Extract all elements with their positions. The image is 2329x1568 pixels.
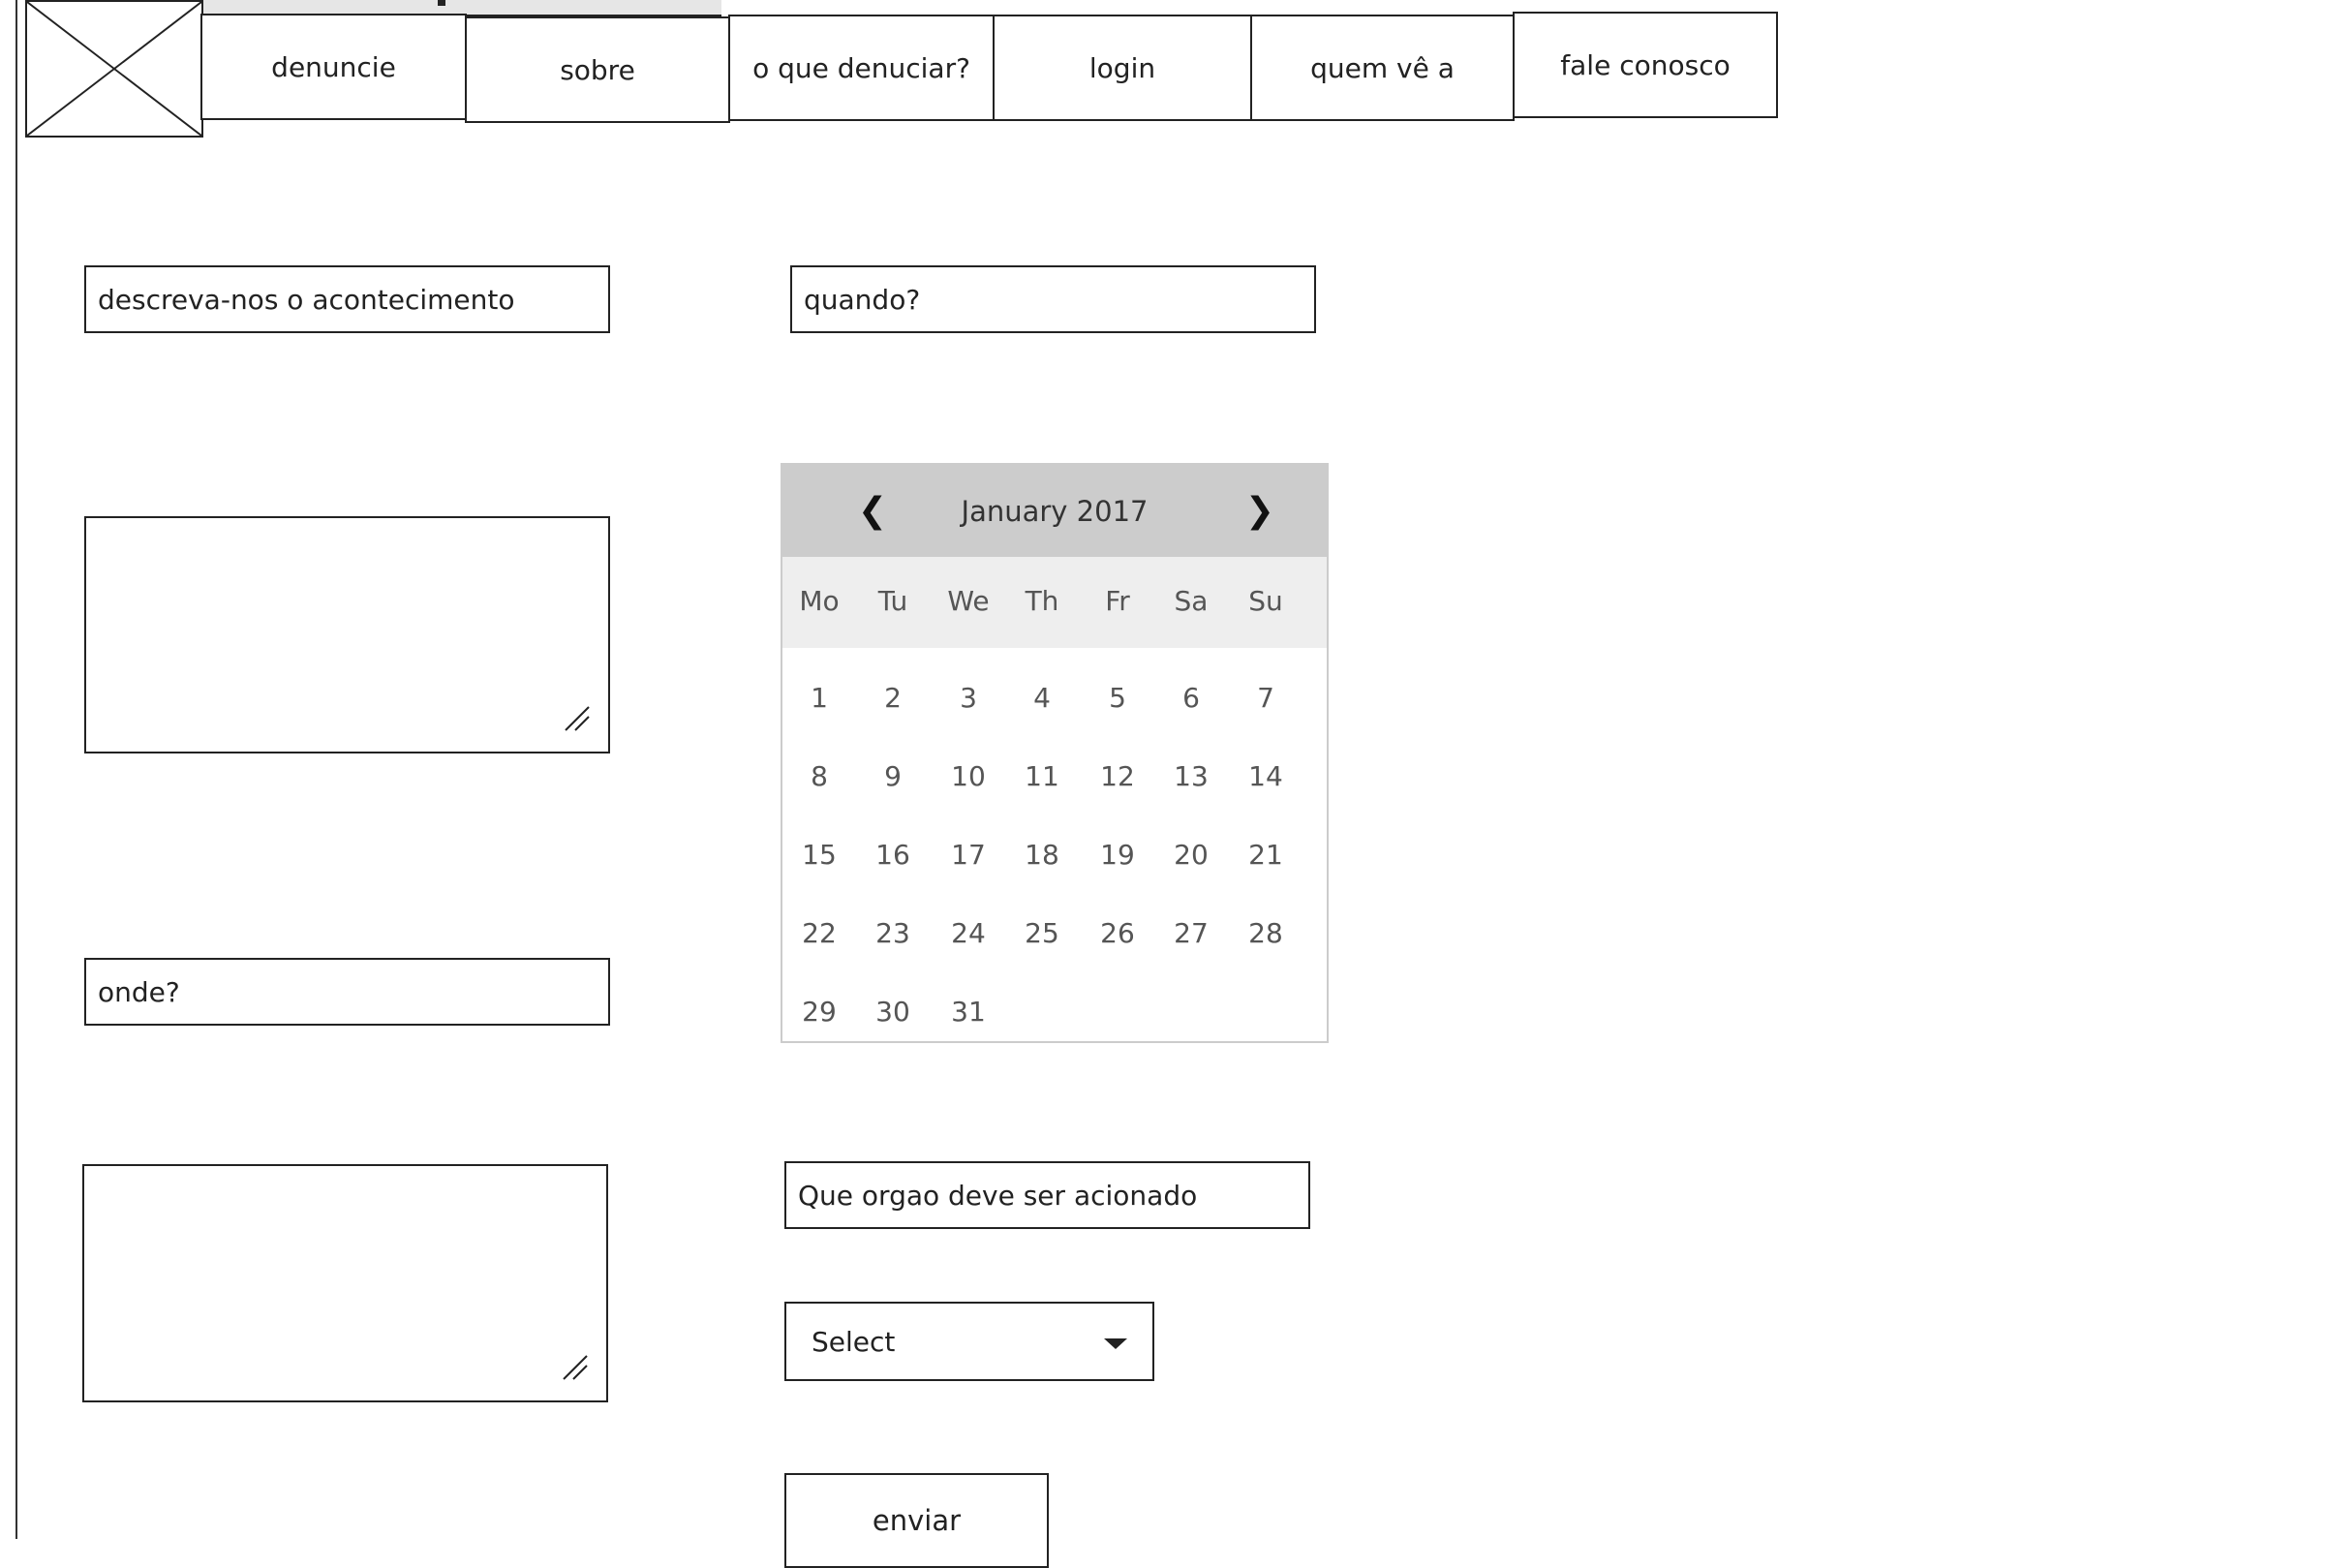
calendar-day[interactable]: 2 [856, 682, 930, 714]
tab-denuncie[interactable]: denuncie [200, 14, 467, 120]
resize-grip-icon[interactable] [564, 705, 591, 732]
tab-sobre[interactable]: sobre [465, 16, 730, 123]
calendar-day[interactable]: 19 [1081, 839, 1154, 871]
calendar-day[interactable]: 30 [856, 996, 930, 1028]
chevron-right-icon[interactable]: ❯ [1231, 465, 1289, 557]
calendar-day[interactable]: 23 [856, 917, 930, 949]
calendar-day[interactable]: 31 [932, 996, 1005, 1028]
page-left-border [15, 0, 17, 1539]
caret-down-icon [1104, 1338, 1127, 1349]
when-field[interactable]: quando? [790, 265, 1316, 333]
tab-quem-ve-a[interactable]: quem vê a [1250, 15, 1515, 121]
calendar-day[interactable]: 18 [1005, 839, 1079, 871]
calendar-day[interactable]: 7 [1229, 682, 1302, 714]
calendar-day[interactable]: 13 [1154, 760, 1228, 792]
weekday-label: Tu [877, 585, 908, 617]
select-value: Select [812, 1325, 896, 1358]
agency-select[interactable]: Select [784, 1302, 1154, 1381]
weekday-label: Th [1025, 585, 1059, 617]
calendar-day[interactable]: 16 [856, 839, 930, 871]
weekday-label: Mo [799, 585, 840, 617]
tab-fale-conosco[interactable]: fale conosco [1513, 12, 1778, 118]
date-picker-calendar: January 2017 ❮ ❯ Mo Tu We Th Fr Sa Su 1 … [781, 463, 1329, 1043]
logo-image-placeholder [25, 0, 203, 138]
calendar-day[interactable]: 29 [782, 996, 856, 1028]
calendar-day[interactable]: 24 [932, 917, 1005, 949]
tab-login[interactable]: login [993, 15, 1252, 121]
calendar-day[interactable]: 22 [782, 917, 856, 949]
calendar-day[interactable]: 4 [1005, 682, 1079, 714]
image-placeholder-icon [27, 2, 201, 136]
description-textarea[interactable] [84, 516, 610, 753]
calendar-day[interactable]: 3 [932, 682, 1005, 714]
calendar-day[interactable]: 15 [782, 839, 856, 871]
calendar-day[interactable]: 9 [856, 760, 930, 792]
calendar-day[interactable]: 20 [1154, 839, 1228, 871]
calendar-day[interactable]: 1 [782, 682, 856, 714]
weekday-label: Sa [1174, 585, 1209, 617]
calendar-day[interactable]: 10 [932, 760, 1005, 792]
calendar-day[interactable]: 17 [932, 839, 1005, 871]
calendar-day[interactable]: 6 [1154, 682, 1228, 714]
calendar-day[interactable]: 11 [1005, 760, 1079, 792]
weekday-label: Su [1248, 585, 1283, 617]
calendar-day[interactable]: 28 [1229, 917, 1302, 949]
top-bar-marker [438, 0, 445, 6]
calendar-day[interactable]: 25 [1005, 917, 1079, 949]
calendar-day[interactable]: 8 [782, 760, 856, 792]
weekday-label: We [947, 585, 990, 617]
calendar-weekdays-row: Mo Tu We Th Fr Sa Su [782, 557, 1327, 648]
calendar-day[interactable]: 26 [1081, 917, 1154, 949]
chevron-left-icon[interactable]: ❮ [843, 465, 902, 557]
tab-o-que-denunciar[interactable]: o que denuciar? [728, 15, 995, 121]
submit-button[interactable]: enviar [784, 1473, 1049, 1568]
resize-grip-icon[interactable] [562, 1354, 589, 1381]
calendar-day[interactable]: 12 [1081, 760, 1154, 792]
agency-field[interactable]: Que orgao deve ser acionado [784, 1161, 1310, 1229]
calendar-day[interactable]: 21 [1229, 839, 1302, 871]
description-field[interactable]: descreva-nos o acontecimento [84, 265, 610, 333]
where-textarea[interactable] [82, 1164, 608, 1402]
calendar-day[interactable]: 14 [1229, 760, 1302, 792]
weekday-label: Fr [1105, 585, 1130, 617]
calendar-day[interactable]: 27 [1154, 917, 1228, 949]
calendar-day[interactable]: 5 [1081, 682, 1154, 714]
where-field[interactable]: onde? [84, 958, 610, 1026]
